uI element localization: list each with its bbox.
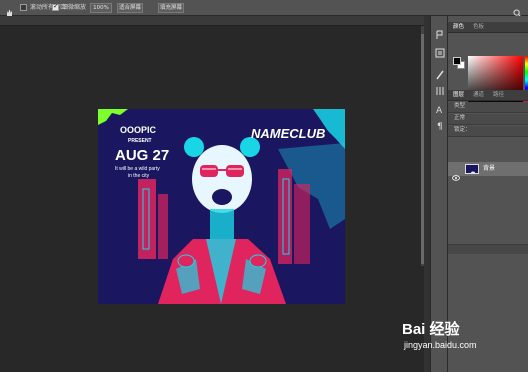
character-icon[interactable]: A — [434, 100, 446, 116]
layer-name: 背景 — [483, 165, 496, 172]
scrubby-zoom-checkbox[interactable] — [52, 2, 59, 11]
baidu-watermark: Bai 经验 jingyan.baidu.com — [398, 312, 528, 372]
tab-layers[interactable]: 图层 — [453, 92, 464, 99]
document-canvas[interactable]: OOOPIC PRESENT AUG 27 It will be a wild … — [98, 109, 345, 304]
lock-row[interactable]: 锁定： — [448, 126, 528, 137]
poster-brand-text: OOOPIC — [120, 125, 157, 135]
poster-date-text: AUG 27 — [115, 147, 170, 164]
svg-text:¶: ¶ — [437, 122, 443, 131]
poster-tagline-1: It will be a wild party — [115, 166, 160, 172]
blend-mode-row[interactable]: 正常 — [448, 114, 528, 125]
fit-screen-button[interactable]: 适合屏幕 — [117, 3, 143, 13]
fill-screen-button[interactable]: 填充屏幕 — [158, 3, 184, 13]
brush-icon[interactable] — [434, 66, 446, 80]
document-tab-bar — [0, 16, 424, 26]
layers-panel-tabs: 图层 通道 路径 — [448, 90, 528, 101]
layer-thumbnail — [465, 164, 479, 174]
poster-present-text: PRESENT — [128, 138, 152, 144]
tab-channels[interactable]: 通道 — [473, 92, 484, 99]
kind-filter-label: 类型 — [454, 103, 466, 109]
eye-icon[interactable] — [452, 166, 460, 181]
foreground-color-swatch[interactable] — [453, 57, 461, 65]
history-icon[interactable] — [434, 26, 446, 39]
tab-swatches[interactable]: 色板 — [473, 24, 484, 31]
poster-tagline-2: in the city — [128, 173, 150, 179]
tab-color[interactable]: 颜色 — [453, 24, 464, 31]
zoom-100-button[interactable]: 100% — [90, 3, 112, 13]
watermark-url: jingyan.baidu.com — [404, 340, 477, 350]
adjustments-icon[interactable] — [434, 82, 446, 95]
layer-row-background[interactable]: 背景 — [448, 162, 528, 181]
layer-filter-row[interactable]: 类型 — [448, 102, 528, 113]
svg-text:A: A — [436, 106, 443, 115]
properties-icon[interactable] — [434, 44, 446, 58]
hand-tool-icon — [5, 3, 14, 17]
scroll-all-windows-label: 滚动所有窗口 — [30, 4, 67, 11]
vertical-scrollbar-thumb[interactable] — [421, 34, 424, 264]
watermark-logo: Bai 经验 — [402, 321, 460, 338]
options-bar: 滚动所有窗口 细微缩放 100% 适合屏幕 填充屏幕 — [0, 0, 528, 18]
layers-panel-footer — [448, 244, 528, 254]
lock-label: 锁定： — [454, 127, 471, 133]
blend-mode-label: 正常 — [454, 115, 466, 121]
scroll-all-windows-checkbox[interactable] — [20, 4, 27, 11]
poster-club-text: NAMECLUB — [251, 126, 326, 141]
scrubby-zoom-label: 细微缩放 — [62, 4, 87, 11]
paragraph-icon[interactable]: ¶ — [434, 116, 446, 132]
color-panel-tabs: 颜色 色板 — [448, 22, 528, 33]
search-icon[interactable] — [513, 3, 522, 18]
tab-paths[interactable]: 路径 — [493, 92, 504, 99]
